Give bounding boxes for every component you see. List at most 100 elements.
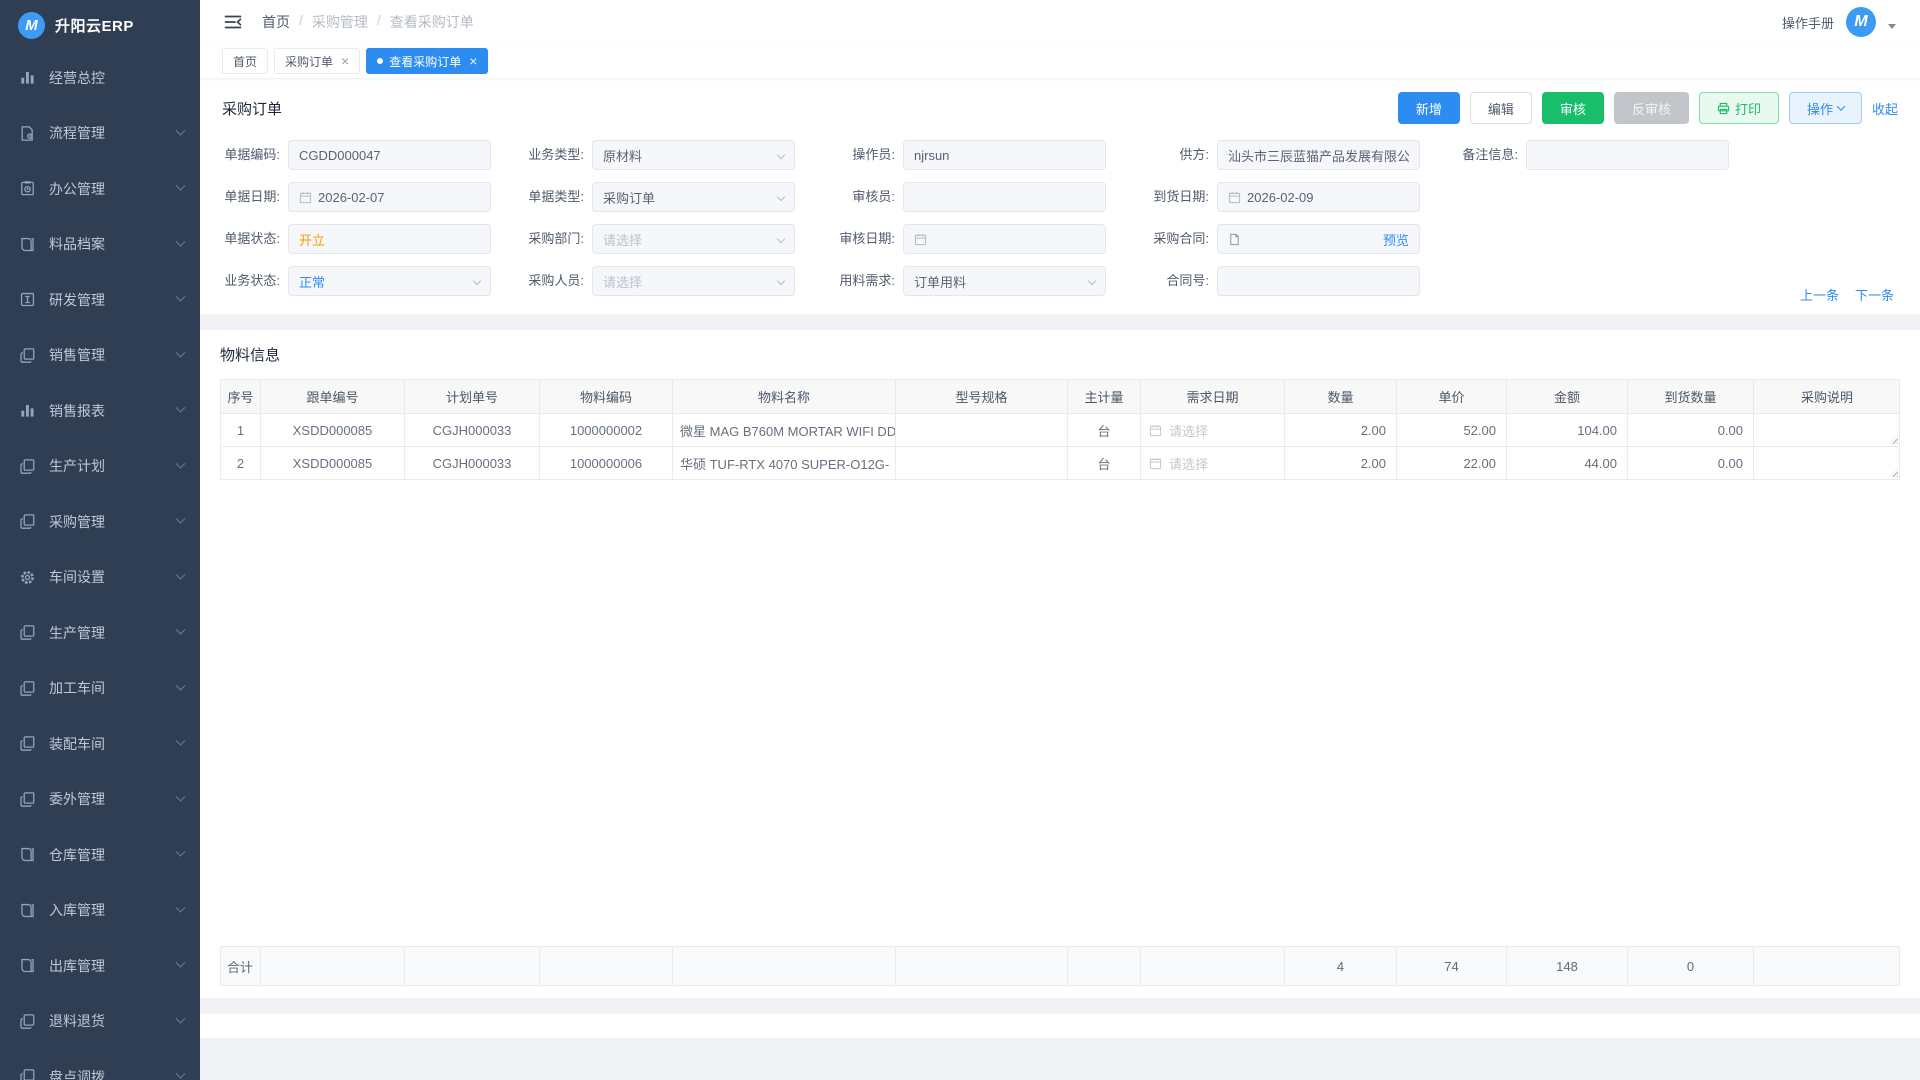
sidebar-item-label: 采购管理 [49, 512, 105, 532]
audit-button[interactable]: 审核 [1542, 92, 1604, 124]
purchase-note-textarea[interactable] [1754, 414, 1900, 446]
sidebar-item-flow-mgmt[interactable]: 流程管理 [0, 106, 200, 162]
arrival-date-picker[interactable]: 2026-02-09 [1217, 182, 1420, 212]
sidebar-item-office-mgmt[interactable]: 办公管理 [0, 161, 200, 217]
placeholder-text: 请选择 [1169, 454, 1208, 473]
sidebar-item-label: 盘点调拨 [49, 1067, 105, 1080]
sidebar-item-production-plan[interactable]: 生产计划 [0, 439, 200, 495]
clipboard-icon [19, 180, 37, 197]
manual-link[interactable]: 操作手册 [1782, 13, 1834, 32]
sidebar-item-inbound-mgmt[interactable]: 入库管理 [0, 883, 200, 939]
field-label: 业务状态: [222, 266, 288, 296]
next-section-peek [200, 1014, 1920, 1038]
page-title: 采购订单 [222, 98, 282, 119]
operator-input[interactable]: njrsun [903, 140, 1106, 170]
edit-button[interactable]: 编辑 [1470, 92, 1532, 124]
sidebar-item-label: 出库管理 [49, 956, 105, 976]
table-empty-area [220, 480, 1900, 946]
sidebar-item-outsource-mgmt[interactable]: 委外管理 [0, 772, 200, 828]
sidebar-item-production-mgmt[interactable]: 生产管理 [0, 605, 200, 661]
sidebar-item-sales-mgmt[interactable]: 销售管理 [0, 328, 200, 384]
field-label: 审核员: [795, 182, 903, 212]
chevron-down-icon [176, 791, 186, 801]
tab-home[interactable]: 首页 [222, 48, 268, 74]
field-label: 单据状态: [222, 224, 288, 254]
sidebar-item-assembly-workshop[interactable]: 装配车间 [0, 716, 200, 772]
purchase-order-panel: 采购订单 新增 编辑 审核 反审核 打印 操作 收起 [200, 78, 1920, 314]
cell-seq: 2 [221, 447, 261, 479]
cell-material-code: 1000000006 [540, 447, 673, 479]
breadcrumb-home[interactable]: 首页 [262, 12, 290, 32]
breadcrumb-separator: / [377, 12, 381, 32]
contract-preview-link[interactable]: 预览 [1383, 230, 1409, 249]
doc-status-input: 开立 [288, 224, 491, 254]
calendar-icon [1149, 424, 1162, 437]
demand-date-picker[interactable]: 请选择 [1141, 414, 1285, 446]
chevron-down-icon [777, 235, 785, 243]
action-dropdown-button[interactable]: 操作 [1789, 92, 1862, 124]
sidebar-item-warehouse-mgmt[interactable]: 仓库管理 [0, 827, 200, 883]
doc-type-select[interactable]: 采购订单 [592, 182, 795, 212]
close-icon[interactable]: × [341, 54, 349, 68]
sidebar-item-outbound-mgmt[interactable]: 出库管理 [0, 938, 200, 994]
sidebar-item-sales-report[interactable]: 销售报表 [0, 383, 200, 439]
breadcrumb-current: 查看采购订单 [390, 12, 474, 32]
field-label: 备注信息: [1420, 140, 1526, 170]
copy-icon [19, 513, 37, 530]
audit-date-picker[interactable] [903, 224, 1106, 254]
app-logo[interactable]: M 升阳云ERP [0, 0, 200, 50]
close-icon[interactable]: × [469, 54, 477, 68]
remark-input[interactable] [1526, 140, 1729, 170]
material-demand-select[interactable]: 订单用料 [903, 266, 1106, 296]
purchase-note-textarea[interactable] [1754, 447, 1900, 479]
breadcrumb-purchase[interactable]: 采购管理 [312, 12, 368, 32]
menu-fold-icon[interactable] [224, 14, 242, 30]
cell-arrived: 0.00 [1628, 414, 1754, 446]
tab-view-purchase-order[interactable]: 查看采购订单 × [366, 48, 488, 74]
biz-type-select[interactable]: 原材料 [592, 140, 795, 170]
contract-no-input[interactable] [1217, 266, 1420, 296]
doc-code-input[interactable]: CGDD000047 [288, 140, 491, 170]
summary-empty-cell [1141, 947, 1285, 985]
tab-label: 采购订单 [285, 53, 333, 70]
purchaser-select[interactable]: 请选择 [592, 266, 795, 296]
user-dropdown-caret-icon[interactable] [1888, 24, 1896, 29]
auditor-input[interactable] [903, 182, 1106, 212]
sidebar-item-label: 加工车间 [49, 678, 105, 698]
sidebar-item-material-archive[interactable]: 料品档案 [0, 217, 200, 273]
supplier-input[interactable]: 汕头市三辰蓝猫产品发展有限公 [1217, 140, 1420, 170]
sidebar-item-rd-mgmt[interactable]: 研发管理 [0, 272, 200, 328]
sidebar-item-stocktake-transfer[interactable]: 盘点调拨 [0, 1049, 200, 1080]
tab-label: 查看采购订单 [389, 53, 461, 70]
sidebar-item-purchase-mgmt[interactable]: 采购管理 [0, 494, 200, 550]
unaudit-button: 反审核 [1614, 92, 1689, 124]
demand-date-picker[interactable]: 请选择 [1141, 447, 1285, 479]
sidebar-item-label: 入库管理 [49, 900, 105, 920]
avatar[interactable]: M [1846, 7, 1876, 37]
cell-order-no: XSDD000085 [261, 447, 405, 479]
cell-arrived: 0.00 [1628, 447, 1754, 479]
tab-purchase-order[interactable]: 采购订单 × [274, 48, 360, 74]
chevron-down-icon [176, 403, 186, 413]
app-title: 升阳云ERP [55, 15, 134, 36]
doc-date-picker[interactable]: 2026-02-07 [288, 182, 491, 212]
sidebar-item-workshop-setting[interactable]: 车间设置 [0, 550, 200, 606]
prev-record-link[interactable]: 上一条 [1800, 285, 1839, 304]
chevron-down-icon [473, 277, 481, 285]
sidebar-item-process-workshop[interactable]: 加工车间 [0, 661, 200, 717]
chevron-down-icon [176, 181, 186, 191]
sidebar-item-label: 仓库管理 [49, 845, 105, 865]
chevron-down-icon [176, 680, 186, 690]
sidebar-item-return-mgmt[interactable]: 退料退货 [0, 994, 200, 1050]
biz-status-select[interactable]: 正常 [288, 266, 491, 296]
next-record-link[interactable]: 下一条 [1855, 285, 1894, 304]
purchase-contract-box: 预览 [1217, 224, 1420, 254]
sidebar-item-biz-overview[interactable]: 经营总控 [0, 50, 200, 106]
column-header: 单价 [1397, 380, 1507, 413]
purchase-dept-select[interactable]: 请选择 [592, 224, 795, 254]
sidebar-item-label: 销售报表 [49, 401, 105, 421]
add-button[interactable]: 新增 [1398, 92, 1460, 124]
copy-icon [19, 680, 37, 697]
collapse-link[interactable]: 收起 [1872, 99, 1898, 118]
print-button[interactable]: 打印 [1699, 92, 1779, 124]
